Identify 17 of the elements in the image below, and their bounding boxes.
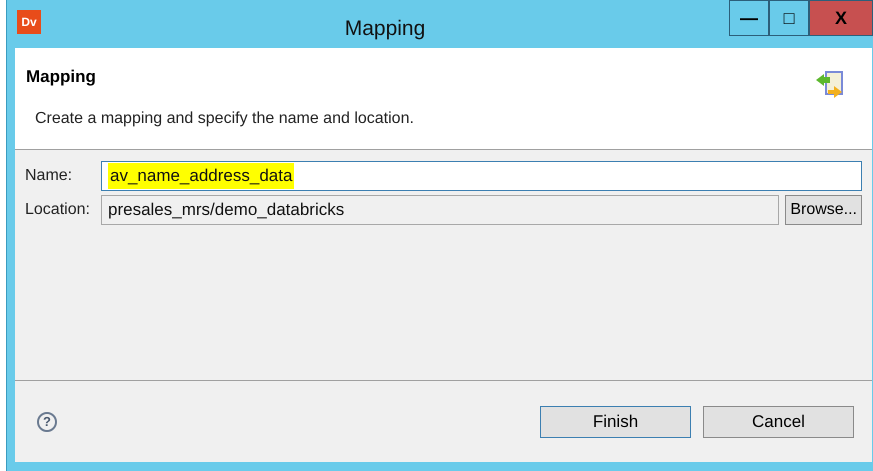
dialog-button[interactable]: Finish xyxy=(540,406,691,438)
text-field[interactable]: av_name_address_data xyxy=(101,161,862,191)
dialog-button[interactable]: Cancel xyxy=(703,406,854,438)
text-field[interactable]: presales_mrs/demo_databricks xyxy=(101,195,780,225)
header-description: Create a mapping and specify the name and location. xyxy=(35,108,415,128)
window-title: Mapping xyxy=(344,16,426,42)
app-icon: Dv xyxy=(17,10,41,34)
help-icon[interactable]: ? xyxy=(37,412,57,432)
header-title: Mapping xyxy=(26,66,97,88)
field-label: Name: xyxy=(25,166,74,186)
field-value: av_name_address_data xyxy=(108,163,294,189)
close-button[interactable]: X xyxy=(809,0,873,36)
minimize-button[interactable]: — xyxy=(729,0,769,36)
maximize-button[interactable]: □ xyxy=(769,0,809,36)
field-value: presales_mrs/demo_databricks xyxy=(108,199,344,222)
browse-button[interactable]: Browse... xyxy=(785,195,862,225)
field-label: Location: xyxy=(25,200,91,220)
